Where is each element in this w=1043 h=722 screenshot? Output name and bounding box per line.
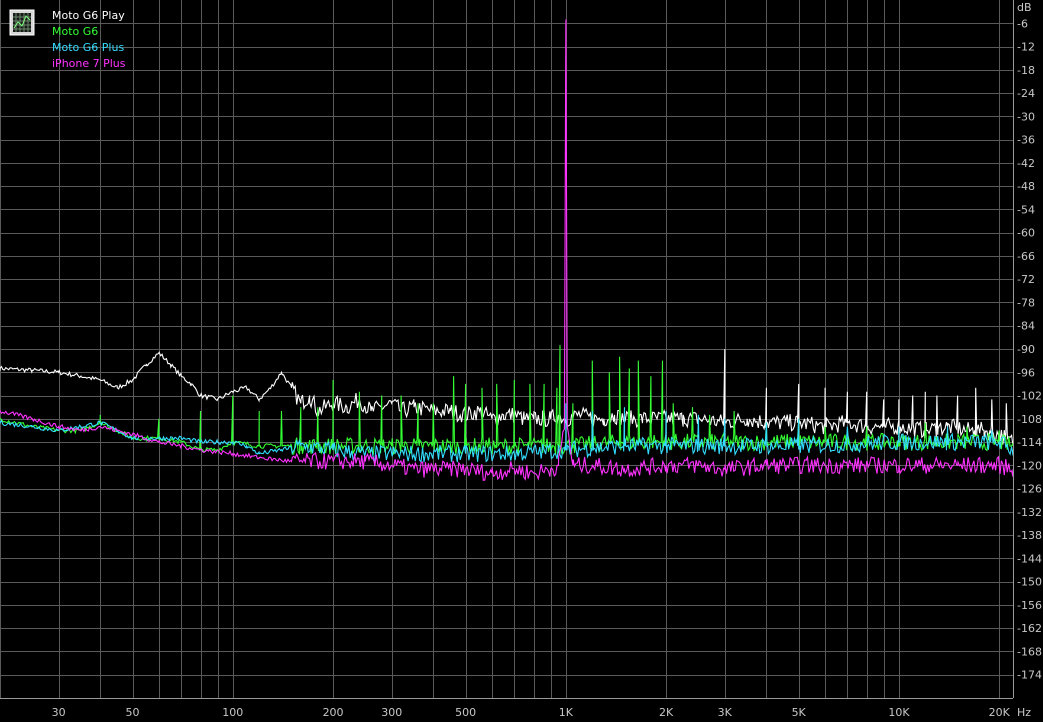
y-tick-label: -12 — [1017, 41, 1035, 54]
x-tick-label: 3K — [718, 706, 733, 719]
y-tick-label: -102 — [1017, 390, 1042, 403]
y-tick-label: -90 — [1017, 343, 1035, 356]
x-tick-label: 10K — [888, 706, 910, 719]
y-tick-label: -126 — [1017, 483, 1042, 496]
x-axis-unit-label: Hz — [1017, 706, 1031, 719]
y-axis-unit-label: dB — [1017, 1, 1032, 14]
x-tick-label: 500 — [455, 706, 476, 719]
x-tick-label: 1K — [559, 706, 574, 719]
legend-icon[interactable] — [9, 9, 35, 36]
x-tick-label: 30 — [52, 706, 66, 719]
y-tick-label: -42 — [1017, 157, 1035, 170]
x-tick-label: 300 — [381, 706, 402, 719]
y-tick-label: -120 — [1017, 459, 1042, 472]
y-tick-label: -60 — [1017, 227, 1035, 240]
y-tick-label: -138 — [1017, 529, 1042, 542]
y-tick-label: -156 — [1017, 599, 1042, 612]
legend-entry: Moto G6 Play — [52, 9, 125, 22]
spectrum-chart: -6 -12 -18 -24 -30 -36 -42 -48 -54 -60 -66 -72 -78 -8… — [0, 0, 1043, 722]
plot-background — [0, 0, 1043, 722]
y-tick-label: -30 — [1017, 110, 1035, 123]
y-tick-label: -24 — [1017, 87, 1035, 100]
legend-entry: Moto G6 Plus — [52, 41, 124, 54]
x-tick-label: 50 — [126, 706, 140, 719]
y-tick-label: -114 — [1017, 436, 1042, 449]
x-tick-label: 5K — [792, 706, 807, 719]
y-tick-label: -66 — [1017, 250, 1035, 263]
y-tick-label: -108 — [1017, 413, 1042, 426]
y-tick-label: -96 — [1017, 366, 1035, 379]
y-tick-label: -78 — [1017, 296, 1035, 309]
y-tick-label: -54 — [1017, 203, 1035, 216]
y-tick-label: -150 — [1017, 576, 1042, 589]
y-tick-label: -162 — [1017, 622, 1042, 635]
y-tick-label: -36 — [1017, 134, 1035, 147]
x-tick-label: 20K — [989, 706, 1011, 719]
y-tick-label: -18 — [1017, 64, 1035, 77]
legend-entry: iPhone 7 Plus — [52, 57, 126, 70]
x-tick-label: 100 — [222, 706, 243, 719]
y-tick-label: -168 — [1017, 645, 1042, 658]
y-tick-label: -84 — [1017, 320, 1035, 333]
y-tick-label: -144 — [1017, 552, 1042, 565]
x-tick-label: 200 — [323, 706, 344, 719]
y-tick-label: -6 — [1017, 17, 1028, 30]
y-tick-label: -48 — [1017, 180, 1035, 193]
y-tick-label: -174 — [1017, 669, 1042, 682]
y-tick-label: -72 — [1017, 273, 1035, 286]
y-tick-label: -132 — [1017, 506, 1042, 519]
x-tick-label: 2K — [659, 706, 674, 719]
legend-entry: Moto G6 — [52, 25, 98, 38]
